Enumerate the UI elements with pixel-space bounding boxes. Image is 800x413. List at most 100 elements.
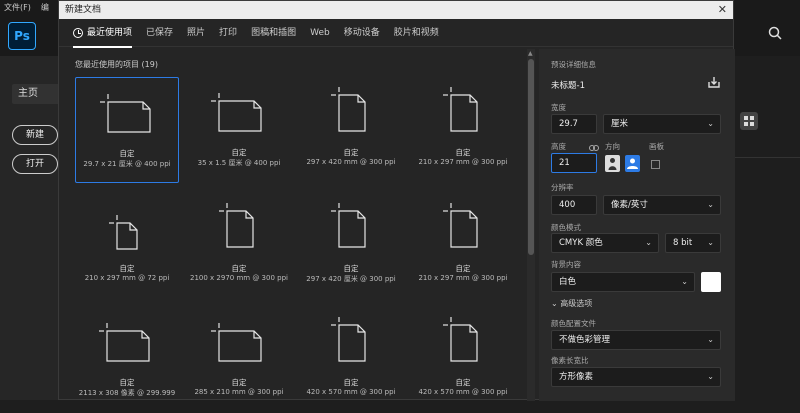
tile-description: 420 x 570 mm @ 300 ppi: [418, 388, 508, 396]
resolution-label: 分辨率: [551, 183, 574, 192]
new-file-button[interactable]: 新建: [12, 125, 58, 145]
chevron-down-icon: ⌄: [707, 335, 714, 344]
tab-mobile[interactable]: 移动设备: [344, 19, 380, 47]
chevron-down-icon: ⌄: [707, 119, 714, 128]
menu-file[interactable]: 文件(F): [4, 2, 31, 13]
home-nav-item[interactable]: 主页: [12, 84, 60, 104]
grid-scrollbar[interactable]: ▲: [527, 49, 535, 401]
recent-document-tile[interactable]: 自定 285 x 210 mm @ 300 ppi: [187, 307, 291, 413]
recent-document-tile[interactable]: 自定 35 x 1.5 厘米 @ 400 ppi: [187, 77, 291, 183]
document-preset-icon: [443, 203, 478, 248]
open-file-button[interactable]: 打开: [12, 154, 58, 174]
document-preset-icon: [331, 317, 366, 362]
photoshop-logo-icon: Ps: [8, 22, 36, 50]
recent-document-tile[interactable]: 自定 210 x 297 mm @ 300 ppi: [411, 193, 515, 299]
resolution-unit-select[interactable]: 像素/英寸 ⌄: [603, 195, 721, 215]
preset-name-field[interactable]: 未标题-1: [551, 79, 585, 91]
menu-edit[interactable]: 编: [41, 2, 49, 13]
tile-name: 自定: [119, 378, 135, 387]
recent-document-tile[interactable]: 自定 210 x 297 mm @ 72 ppi: [75, 193, 179, 299]
chevron-down-icon: ⌄: [707, 200, 714, 209]
tile-description: 285 x 210 mm @ 300 ppi: [194, 388, 284, 396]
document-preset-icon: [443, 317, 478, 362]
tile-description: 297 x 420 mm @ 300 ppi: [306, 158, 396, 166]
landscape-orientation-icon[interactable]: [625, 155, 640, 172]
chevron-down-icon: ⌄: [681, 277, 688, 286]
recent-document-tile[interactable]: 自定 29.7 x 21 厘米 @ 400 ppi: [75, 77, 179, 183]
tile-description: 2100 x 2970 mm @ 300 ppi: [190, 274, 288, 282]
document-preset-icon: [99, 323, 150, 362]
pixel-aspect-select[interactable]: 方形像素 ⌄: [551, 367, 721, 387]
tile-description: 2113 x 308 像素 @ 299.999: [78, 389, 176, 397]
recent-document-tile[interactable]: 自定 297 x 420 厘米 @ 300 ppi: [299, 193, 403, 299]
width-input[interactable]: 29.7: [551, 114, 597, 134]
tile-name: 自定: [231, 264, 247, 273]
tab-print[interactable]: 打印: [219, 19, 237, 47]
tile-description: 420 x 570 mm @ 300 ppi: [306, 388, 396, 396]
color-profile-select[interactable]: 不做色彩管理 ⌄: [551, 330, 721, 350]
document-preset-icon: [331, 203, 366, 248]
tab-film-video[interactable]: 胶片和视频: [394, 19, 439, 47]
ps-left-panel: [0, 56, 58, 400]
chevron-down-icon: ⌄: [645, 238, 652, 247]
pixel-aspect-label: 像素长宽比: [551, 356, 589, 365]
height-input[interactable]: 21: [551, 153, 597, 173]
tab-photo[interactable]: 照片: [187, 19, 205, 47]
search-icon[interactable]: [768, 26, 782, 40]
recent-document-tile[interactable]: 自定 210 x 297 mm @ 300 ppi: [411, 77, 515, 183]
portrait-orientation-icon[interactable]: [605, 155, 620, 172]
tile-name: 自定: [119, 264, 135, 273]
advanced-options-toggle[interactable]: ⌄ 高级选项: [551, 298, 592, 309]
save-preset-icon[interactable]: [707, 75, 721, 89]
document-preset-icon: [109, 215, 138, 250]
tile-description: 210 x 297 mm @ 300 ppi: [418, 274, 508, 282]
tile-description: 35 x 1.5 厘米 @ 400 ppi: [197, 159, 281, 167]
scroll-thumb[interactable]: [528, 59, 534, 255]
tile-description: 29.7 x 21 厘米 @ 400 ppi: [83, 160, 171, 168]
tab-art-illustration[interactable]: 图稿和插图: [251, 19, 296, 47]
recent-document-tile[interactable]: 自定 2113 x 308 像素 @ 299.999: [75, 307, 179, 413]
tile-description: 210 x 297 mm @ 300 ppi: [418, 158, 508, 166]
preset-details-panel: 预设详细信息 未标题-1 宽度 29.7 厘米 ⌄ 高度 方向 画板 21 分辨率…: [539, 49, 735, 401]
orientation-label: 方向: [605, 142, 620, 151]
recent-document-tile[interactable]: 自定 420 x 570 mm @ 300 ppi: [411, 307, 515, 413]
clock-icon: [73, 27, 83, 38]
tile-name: 自定: [231, 378, 247, 387]
color-profile-label: 颜色配置文件: [551, 319, 596, 328]
divider: [734, 157, 800, 158]
link-icon[interactable]: [589, 145, 599, 151]
chevron-down-icon: ⌄: [707, 372, 714, 381]
tile-name: 自定: [231, 148, 247, 157]
artboard-checkbox[interactable]: [651, 160, 660, 169]
tile-description: 210 x 297 mm @ 72 ppi: [84, 274, 170, 282]
width-unit-select[interactable]: 厘米 ⌄: [603, 114, 721, 134]
tab-recent[interactable]: 最近使用项: [73, 19, 133, 48]
tab-saved[interactable]: 已保存: [146, 19, 173, 47]
close-icon[interactable]: ✕: [718, 1, 727, 19]
scroll-up-icon[interactable]: ▲: [528, 50, 533, 57]
recent-document-tile[interactable]: 自定 2100 x 2970 mm @ 300 ppi: [187, 193, 291, 299]
document-preset-icon: [443, 87, 478, 132]
preset-tabs: 最近使用项 已保存 照片 打印 图稿和插图 Web 移动设备 胶片和视频: [59, 19, 733, 48]
resolution-input[interactable]: 400: [551, 195, 597, 215]
background-color-swatch[interactable]: [701, 272, 721, 292]
recent-document-tile[interactable]: 自定 420 x 570 mm @ 300 ppi: [299, 307, 403, 413]
background-select[interactable]: 白色 ⌄: [551, 272, 695, 292]
recent-items-label: 您最近使用的项目 (19): [75, 60, 158, 69]
tile-name: 自定: [455, 264, 471, 273]
grid-view-icon[interactable]: [740, 112, 758, 130]
preset-details-label: 预设详细信息: [551, 60, 596, 69]
tile-description: 297 x 420 厘米 @ 300 ppi: [306, 275, 396, 283]
background-label: 背景内容: [551, 260, 581, 269]
dialog-title: 新建文档: [65, 5, 102, 15]
bit-depth-select[interactable]: 8 bit ⌄: [665, 233, 721, 253]
tab-web[interactable]: Web: [310, 19, 330, 47]
dialog-title-bar: 新建文档 ✕: [59, 1, 733, 19]
height-label: 高度: [551, 142, 566, 151]
recent-document-tile[interactable]: 自定 297 x 420 mm @ 300 ppi: [299, 77, 403, 183]
tile-name: 自定: [455, 148, 471, 157]
color-mode-select[interactable]: CMYK 颜色 ⌄: [551, 233, 659, 253]
tile-name: 自定: [343, 378, 359, 387]
tile-name: 自定: [343, 148, 359, 157]
new-document-dialog: 新建文档 ✕ 最近使用项 已保存 照片 打印 图稿和插图 Web 移动设备 胶片…: [58, 0, 735, 401]
